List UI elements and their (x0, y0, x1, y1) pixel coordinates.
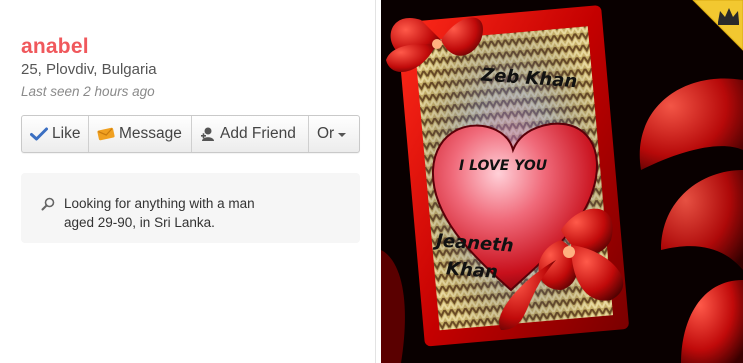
checkmark-icon (30, 127, 48, 141)
profile-age-location: 25, Plovdiv, Bulgaria (21, 61, 157, 78)
last-seen-status: Last seen 2 hours ago (21, 84, 155, 99)
photo-text-bottom-2: Khan (445, 258, 498, 283)
add-friend-button[interactable]: Add Friend (192, 116, 309, 152)
looking-for-box: Looking for anything with a man aged 29-… (21, 173, 360, 243)
search-icon (41, 197, 55, 216)
message-label: Message (119, 125, 182, 142)
profile-name[interactable]: anabel (21, 35, 89, 59)
photo-image: Zeb Khan I LOVE YOU Jeaneth Khan (381, 0, 743, 363)
add-user-icon (200, 126, 216, 142)
like-button[interactable]: Like (22, 116, 89, 152)
looking-for-text: Looking for anything with a man aged 29-… (64, 194, 294, 232)
looking-for-line-2: aged 29-90, in Sri Lanka. (64, 215, 215, 230)
envelope-icon (97, 127, 115, 141)
message-button[interactable]: Message (89, 116, 192, 152)
like-label: Like (52, 125, 81, 142)
more-label: Or (317, 125, 335, 142)
profile-photo[interactable]: Zeb Khan I LOVE YOU Jeaneth Khan (381, 0, 743, 363)
add-friend-label: Add Friend (220, 125, 296, 142)
profile-actions: Like Message Add Friend Or (21, 115, 360, 153)
looking-for-line-1: Looking for anything with a man (64, 196, 255, 211)
crown-icon (692, 0, 743, 51)
more-dropdown-button[interactable]: Or (309, 116, 359, 152)
profile-info-panel: anabel 25, Plovdiv, Bulgaria Last seen 2… (0, 0, 376, 363)
chevron-down-icon (338, 133, 347, 137)
photo-text-center: I LOVE YOU (459, 158, 548, 174)
